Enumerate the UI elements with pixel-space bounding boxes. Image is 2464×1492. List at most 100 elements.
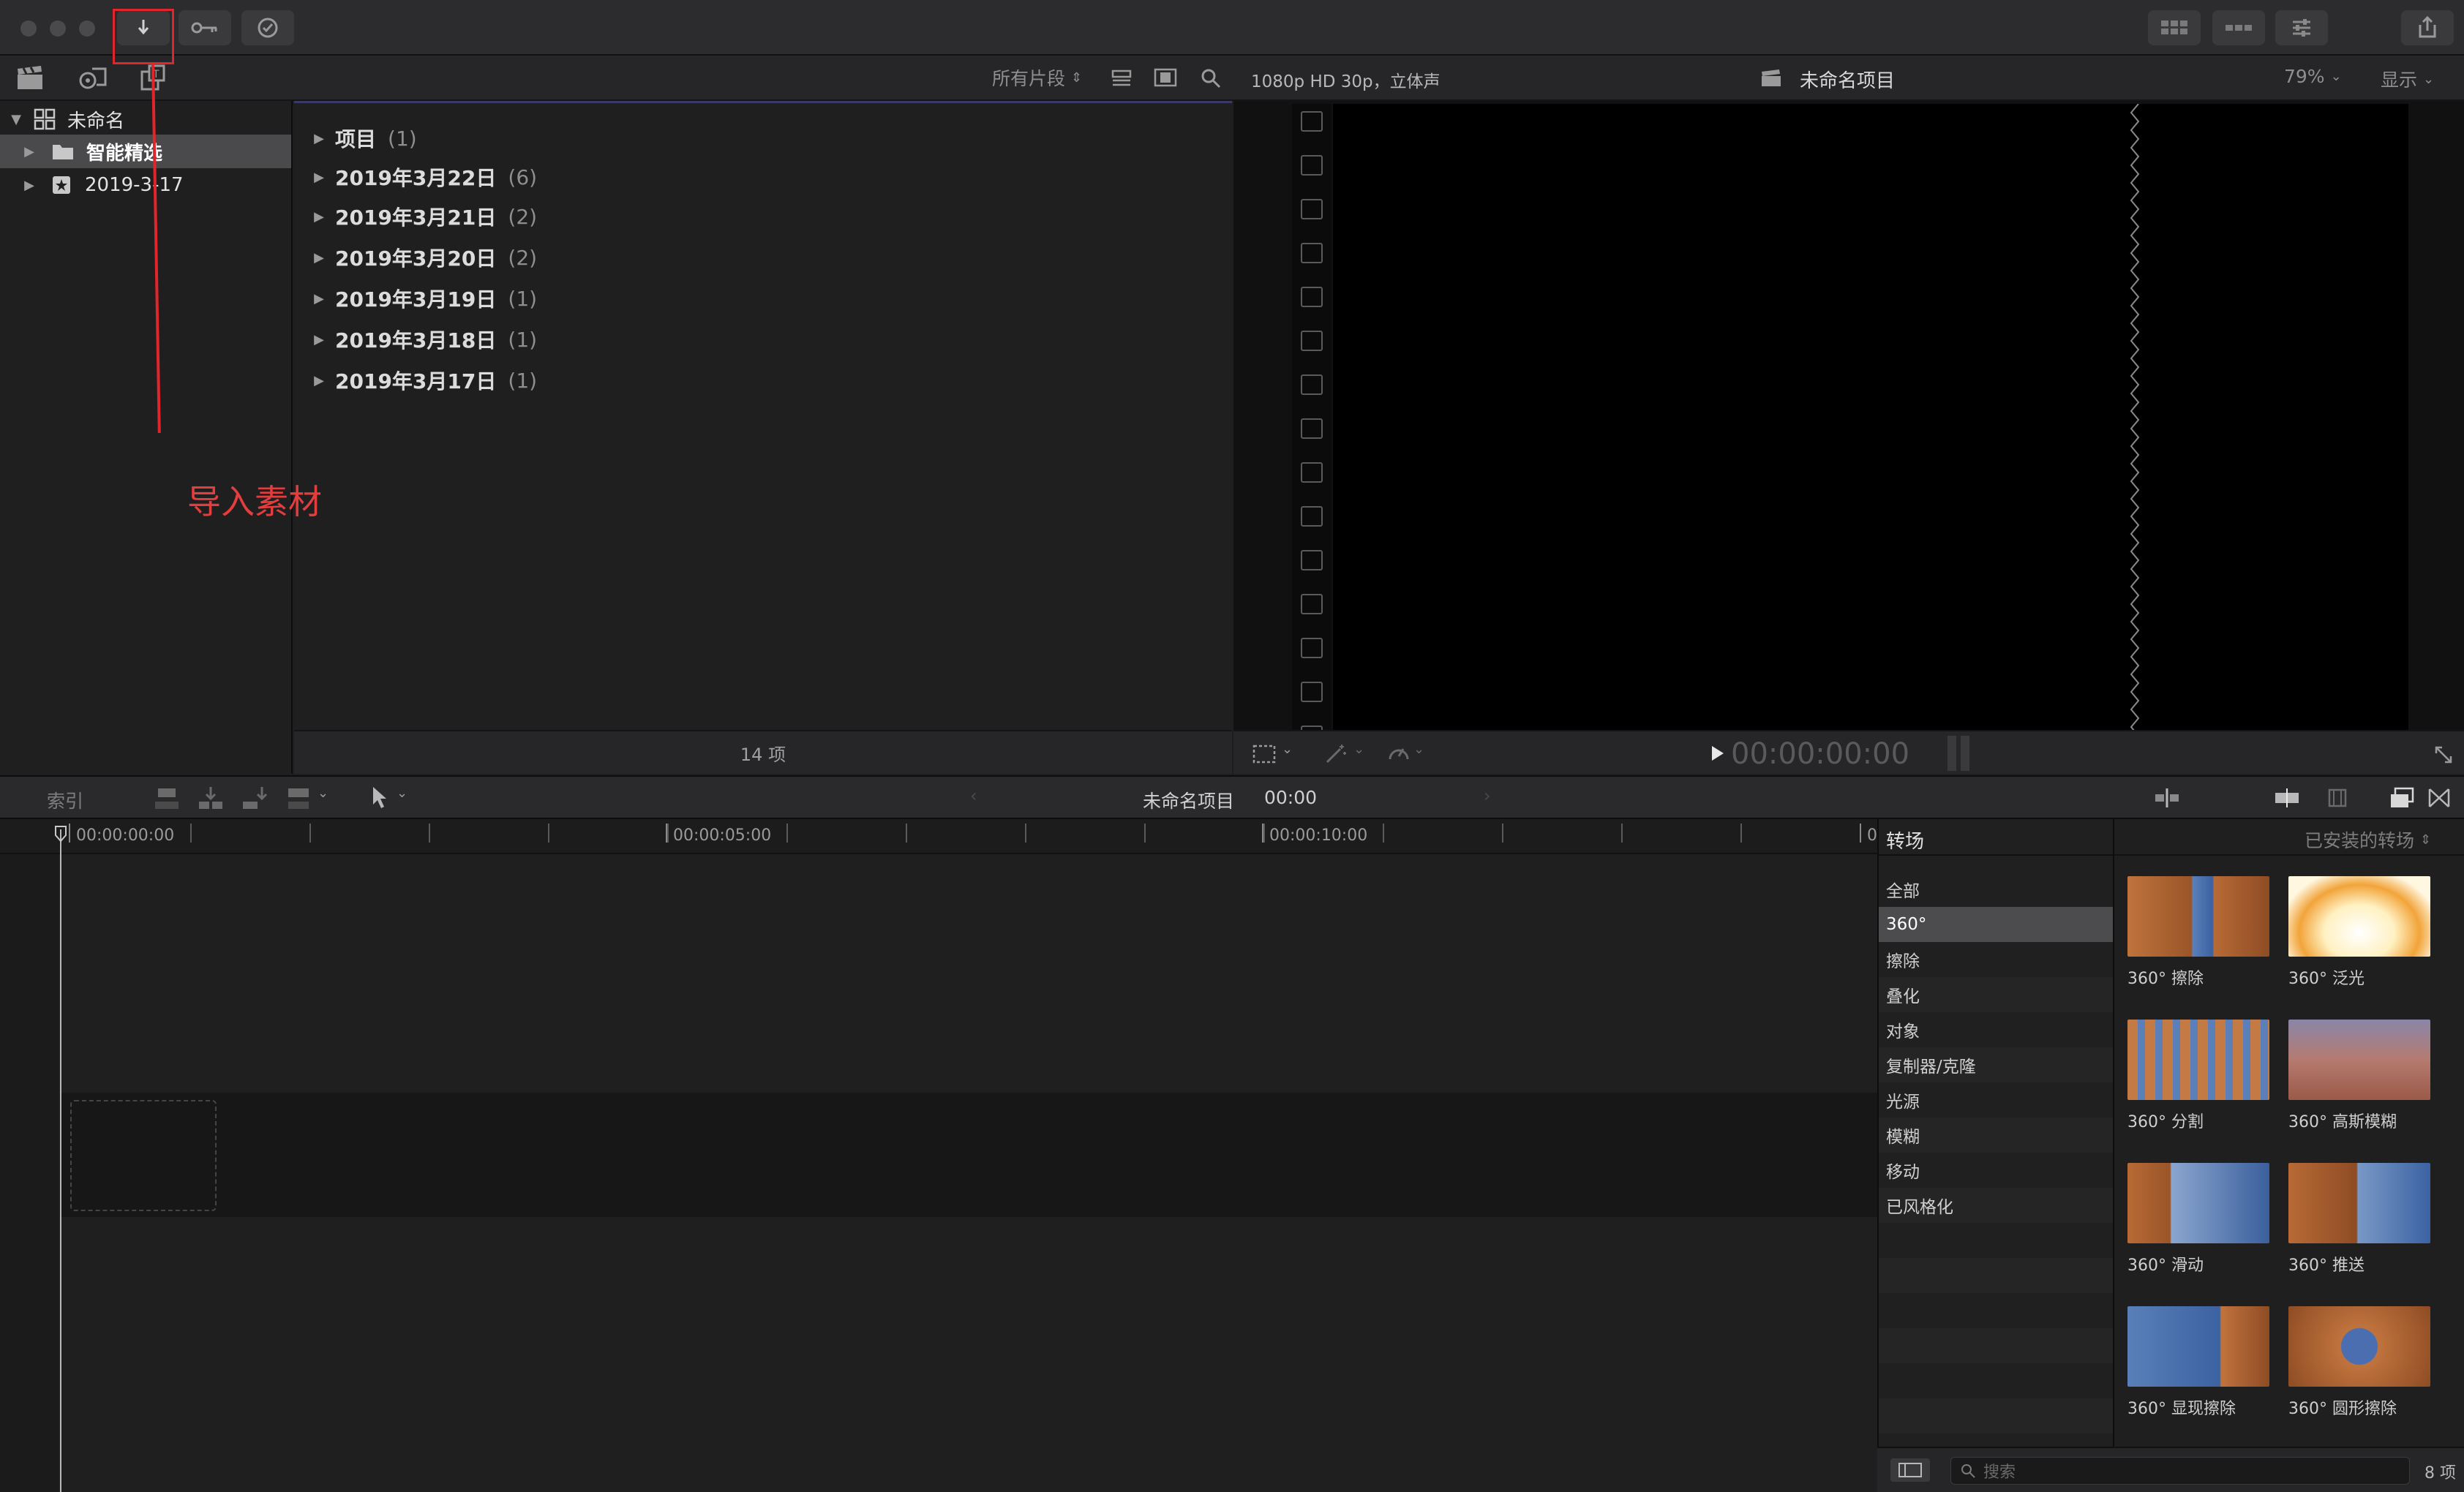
transition-category[interactable]: 移动 — [1879, 1153, 2113, 1188]
magic-wand-icon[interactable] — [1324, 743, 1349, 765]
event-row[interactable]: ▶ 项目 (1) — [310, 121, 417, 156]
zoom-window-button[interactable] — [79, 20, 95, 37]
transition-category[interactable]: 已风格化 — [1879, 1188, 2113, 1223]
library-row[interactable]: ▼ 未命名 — [0, 102, 291, 136]
forward-chevron-icon[interactable]: › — [1484, 785, 1491, 806]
speed-gauge-icon[interactable] — [1387, 743, 1411, 765]
disclosure-triangle-icon[interactable]: ▶ — [310, 373, 328, 388]
connect-clip-icon[interactable] — [154, 785, 180, 812]
skimming-icon[interactable] — [2152, 787, 2182, 809]
disclosure-triangle-icon[interactable]: ▶ — [310, 170, 328, 185]
photos-audio-icon[interactable] — [78, 66, 107, 91]
disclosure-triangle-icon[interactable]: ▶ — [310, 209, 328, 225]
clip-filter-dropdown[interactable]: 所有片段 ⇕ — [992, 64, 1082, 91]
browser-toggle-button[interactable] — [2148, 10, 2201, 45]
overwrite-clip-icon[interactable] — [287, 785, 313, 812]
transform-crop-icon[interactable] — [1251, 743, 1277, 765]
keyword-button[interactable] — [179, 10, 231, 45]
primary-storyline[interactable] — [61, 1093, 1877, 1217]
playhead-handle-icon[interactable] — [54, 825, 67, 843]
transitions-search-field[interactable]: 搜索 — [1950, 1457, 2410, 1485]
ruler-tick — [1740, 824, 1742, 843]
event-row[interactable]: ▶ 2019年3月18日 (1) — [310, 322, 537, 357]
transition-category[interactable]: 全部 — [1879, 872, 2113, 907]
sidebar-item-smart-collections[interactable]: ▶ 智能精选 — [0, 135, 291, 168]
transition-thumbnail[interactable] — [2127, 1163, 2269, 1243]
event-row[interactable]: ▶ 2019年3月21日 (2) — [310, 199, 537, 234]
disclosure-triangle-open-icon[interactable]: ▼ — [7, 112, 25, 127]
transition-thumbnail[interactable] — [2127, 1306, 2269, 1387]
effects-browser-icon[interactable] — [2389, 787, 2414, 809]
append-clip-icon[interactable] — [241, 785, 268, 812]
timeline-ruler[interactable]: 00:00:00:00 00:00:05:00 00:00:10:00 0 — [0, 819, 1877, 854]
disclosure-triangle-icon[interactable]: ▶ — [310, 250, 328, 265]
video-canvas[interactable] — [1333, 104, 2408, 730]
event-row[interactable]: ▶ 2019年3月19日 (1) — [310, 281, 537, 316]
transitions-title: 转场 — [1886, 831, 1925, 853]
transition-thumbnail[interactable] — [2288, 1306, 2430, 1387]
event-row[interactable]: ▶ 2019年3月22日 (6) — [310, 159, 537, 195]
background-tasks-button[interactable] — [241, 10, 294, 45]
empty-category-row — [1879, 1328, 2113, 1363]
ruler-major-tick — [1860, 824, 1861, 843]
installed-transitions-dropdown[interactable]: 已安装的转场 ⇕ — [2305, 826, 2431, 853]
disclosure-triangle-icon[interactable]: ▶ — [310, 131, 328, 146]
chevron-down-icon[interactable]: ⌄ — [397, 785, 407, 801]
inspector-toggle-button[interactable] — [2275, 10, 2328, 45]
share-button[interactable] — [2401, 10, 2454, 45]
clip-appearance-icon[interactable] — [1111, 69, 1133, 88]
chevron-down-icon[interactable]: ⌄ — [1282, 742, 1293, 757]
film-hole — [1301, 550, 1323, 570]
project-format: 1080p HD 30p，立体声 — [1251, 72, 1441, 91]
transition-thumbnail[interactable] — [2288, 876, 2430, 957]
transitions-browser-icon[interactable] — [2427, 787, 2451, 809]
transition-thumbnail[interactable] — [2288, 1163, 2430, 1243]
filmstrip-view-icon[interactable] — [1153, 67, 1178, 88]
sidebar-item-event[interactable]: ▶ 2019-3-17 — [0, 168, 291, 202]
display-dropdown[interactable]: 显示 ⌄ — [2381, 66, 2434, 92]
disclosure-triangle-icon[interactable]: ▶ — [310, 291, 328, 306]
fullscreen-icon[interactable] — [2433, 745, 2454, 765]
clip-drop-placeholder[interactable] — [70, 1100, 217, 1211]
transition-category[interactable]: 叠化 — [1879, 977, 2113, 1012]
annotation-label: 导入素材 — [187, 482, 322, 521]
timeline-toggle-button[interactable] — [2212, 10, 2265, 45]
playhead[interactable] — [60, 829, 61, 1492]
transition-category[interactable]: 光源 — [1879, 1082, 2113, 1118]
transition-thumbnail[interactable] — [2288, 1020, 2430, 1100]
project-clapper-icon — [1762, 69, 1781, 86]
transition-thumbnail[interactable] — [2127, 1020, 2269, 1100]
filmstrip-mode-icon[interactable] — [2326, 787, 2348, 809]
select-arrow-tool-icon[interactable] — [370, 785, 391, 810]
index-button[interactable]: 索引 — [47, 787, 83, 813]
transition-name: 360° 高斯模糊 — [2288, 1113, 2397, 1131]
audio-meter-left — [1947, 736, 1956, 771]
back-chevron-icon[interactable]: ‹ — [970, 785, 977, 806]
sidebar-toggle-icon[interactable] — [1889, 1457, 1931, 1483]
transition-category[interactable]: 对象 — [1879, 1012, 2113, 1047]
disclosure-triangle-icon[interactable]: ▶ — [20, 178, 38, 193]
ruler-tick — [1144, 824, 1146, 843]
disclosure-triangle-icon[interactable]: ▶ — [310, 332, 328, 347]
ruler-major-tick — [69, 824, 70, 843]
disclosure-triangle-icon[interactable]: ▶ — [20, 144, 38, 159]
clapper-icon[interactable] — [16, 66, 44, 91]
play-icon[interactable] — [1708, 743, 1727, 764]
search-icon[interactable] — [1200, 67, 1222, 89]
transition-thumbnail[interactable] — [2127, 876, 2269, 957]
close-window-button[interactable] — [20, 20, 37, 37]
chevron-down-icon[interactable]: ⌄ — [1353, 742, 1364, 757]
insert-clip-icon[interactable] — [198, 785, 224, 812]
chevron-down-icon[interactable]: ⌄ — [318, 785, 328, 801]
film-hole — [1301, 594, 1323, 614]
transition-category[interactable]: 擦除 — [1879, 942, 2113, 977]
zoom-dropdown[interactable]: 79% ⌄ — [2284, 66, 2342, 87]
clip-appearance-timeline-icon[interactable] — [2272, 787, 2302, 809]
transition-category[interactable]: 360° — [1879, 907, 2113, 942]
chevron-down-icon[interactable]: ⌄ — [1413, 742, 1424, 757]
transition-category[interactable]: 复制器/克隆 — [1879, 1047, 2113, 1082]
event-row[interactable]: ▶ 2019年3月17日 (1) — [310, 363, 537, 398]
minimize-window-button[interactable] — [50, 20, 66, 37]
transition-category[interactable]: 模糊 — [1879, 1118, 2113, 1153]
event-row[interactable]: ▶ 2019年3月20日 (2) — [310, 240, 537, 275]
